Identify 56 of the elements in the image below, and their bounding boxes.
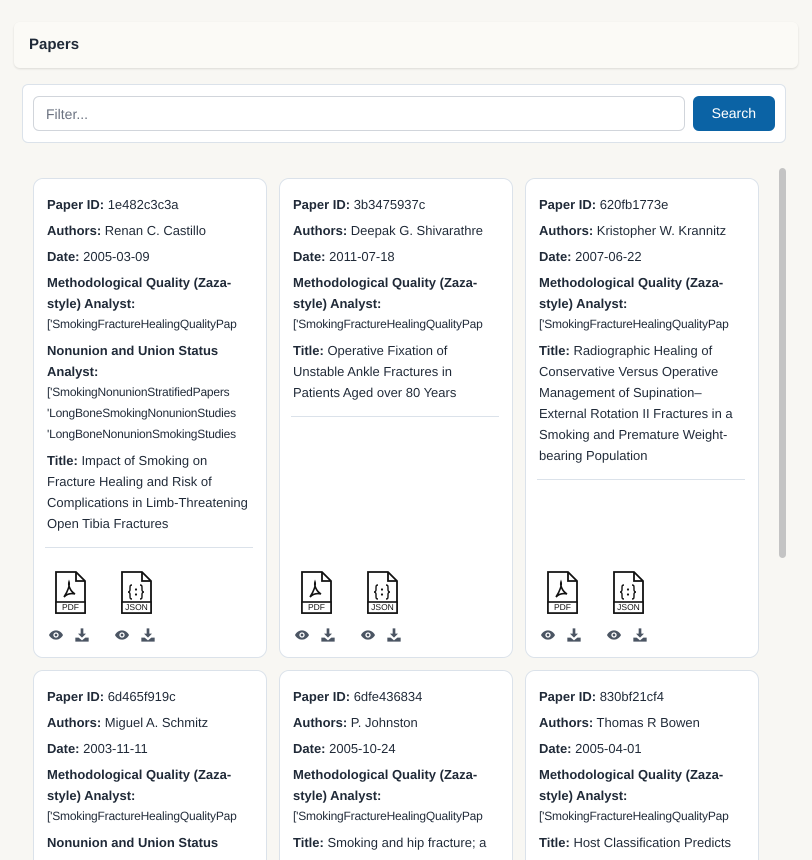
field-text: Paper ID: 6d465f919c [47,688,177,706]
field-text: Nonunion and Union Status [47,834,220,852]
field-text: Paper ID: 3b3475937c [293,196,426,214]
field-value: 'LongBoneSmokingNonunionStudies [47,405,237,422]
field-text: Title: Operative Fixation of Unstable Ankle Fractures in Patients Aged over 80 Years [293,342,458,402]
search-button[interactable]: Search [692,96,775,131]
filter-input[interactable]: Filter... [33,96,685,131]
field-text: Date: 2011-07-18 [293,248,396,266]
field-label: Methodological Quality (Zaza-style) Analyst: [293,274,478,313]
field-value: ['SmokingFractureHealingQualityPap [293,808,484,825]
field-value: ['SmokingFractureHealingQualityPap [539,808,730,825]
field-value: 'LongBoneNonunionSmokingStudies [47,426,237,443]
download-icon[interactable] [140,627,156,643]
download-icon[interactable] [632,627,648,643]
field-label: Methodological Quality (Zaza-style) Analyst: [293,766,478,805]
field-text: Date: 2007-06-22 [539,248,643,266]
field-text: Date: 2005-03-09 [47,248,151,266]
file-pdf-icon[interactable]: PDF [52,571,88,615]
file-json-icon[interactable]: JSON [364,571,400,615]
field-text: Title: Host Classification Predicts [539,834,732,852]
field-label: Methodological Quality (Zaza-style) Analyst: [47,766,232,805]
field-value: ['SmokingFractureHealingQualityPap [293,316,484,333]
download-icon[interactable] [320,627,336,643]
download-icon[interactable] [386,627,402,643]
field-value: ['SmokingFractureHealingQualityPap [47,808,238,825]
field-label: Methodological Quality (Zaza-style) Analyst: [539,274,724,313]
field-text: Paper ID: 620fb1773e [539,196,670,214]
file-json-icon[interactable]: JSON [610,571,646,615]
field-text: Date: 2003-11-11 [47,740,149,758]
field-value: ['SmokingNonunionStratifiedPapers [47,384,230,401]
field-text: Authors: Miguel A. Schmitz [47,714,210,732]
download-icon[interactable] [566,627,582,643]
file-pdf-icon[interactable]: PDF [298,571,334,615]
field-value: ['SmokingFractureHealingQualityPap [47,316,238,333]
download-icon[interactable] [74,627,90,643]
field-text: Authors: Kristopher W. Krannitz [539,222,728,240]
page-title: Papers [29,34,80,55]
field-text: Title: Radiographic Healing of Conservative Versus Operative Management of Supination–External Rotation II Fractures in a Smoking and Premature Weight-bearing Population [539,342,734,465]
field-text: Title: Impact of Smoking on Fracture Healing and Risk of Complications in Limb-Threatening Open Tibia Fractures [47,452,249,533]
field-text: Title: Smoking and hip fracture; a [293,834,488,852]
field-label: Methodological Quality (Zaza-style) Analyst: [47,274,232,313]
field-text: Paper ID: 830bf21cf4 [539,688,666,706]
field-value: ['SmokingFractureHealingQualityPap [539,316,730,333]
field-label: Nonunion and Union Status Analyst: [47,342,220,381]
field-text: Paper ID: 1e482c3c3a [47,196,180,214]
field-text: Authors: Thomas R Bowen [539,714,701,732]
field-text: Authors: P. Johnston [293,714,419,732]
field-text: Paper ID: 6dfe436834 [293,688,424,706]
field-text: Date: 2005-04-01 [539,740,643,758]
scrollbar[interactable] [779,168,786,558]
field-text: Authors: Renan C. Castillo [47,222,207,240]
field-text: Date: 2005-10-24 [293,740,397,758]
field-label: Methodological Quality (Zaza-style) Analyst: [539,766,724,805]
field-text: Authors: Deepak G. Shivarathre [293,222,484,240]
file-pdf-icon[interactable]: PDF [544,571,580,615]
file-json-icon[interactable]: JSON [118,571,154,615]
